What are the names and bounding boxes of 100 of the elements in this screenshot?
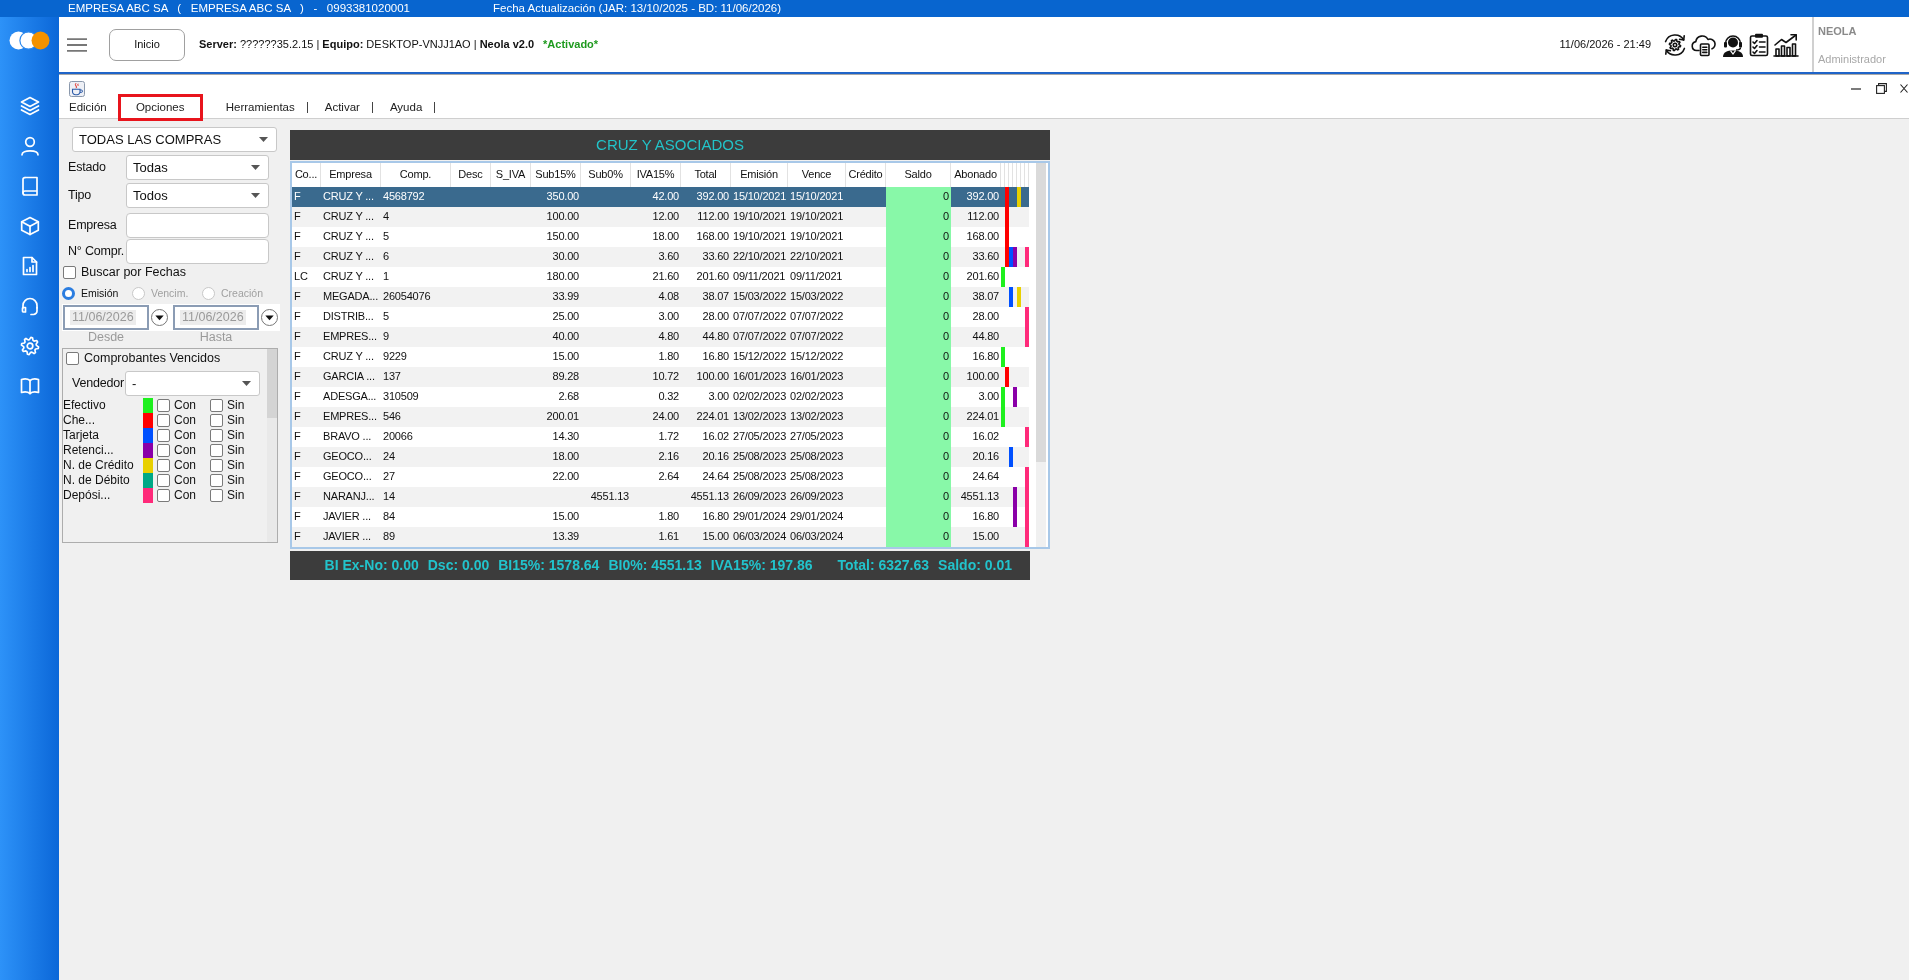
checkbox[interactable] xyxy=(157,399,170,412)
table-row[interactable]: F CRUZ Y ... 6 30.00 3.60 33.60 22/10/2021 22/10/2021 0 33.60 xyxy=(292,247,1029,267)
clipboard-list-icon[interactable] xyxy=(1749,32,1769,57)
bar-chart-icon[interactable] xyxy=(1773,32,1799,57)
radio-button[interactable] xyxy=(62,286,75,300)
checkbox[interactable] xyxy=(210,474,223,487)
checkbox[interactable] xyxy=(210,459,223,472)
checkbox[interactable] xyxy=(210,414,223,427)
table-cell-text: GEOCO... xyxy=(322,449,373,465)
restore-icon[interactable] xyxy=(1876,83,1887,94)
checkbox-label: Sin xyxy=(227,488,245,503)
table-row[interactable]: F MEGADA... 26054076 33.99 4.08 38.07 15/03/2022 15/03/2022 0 38.07 xyxy=(292,287,1029,307)
menu-icon[interactable] xyxy=(67,37,87,52)
table-cell-text: 33.60 xyxy=(971,249,1000,265)
table-row[interactable]: F DISTRIB... 5 25.00 3.00 28.00 07/07/2022 07/07/2022 0 28.00 xyxy=(292,307,1029,327)
scrollbar[interactable] xyxy=(1036,163,1046,547)
radio-label: Vencim. xyxy=(151,286,190,300)
minimize-icon[interactable] xyxy=(1851,87,1861,90)
date-time: 11/06/2026 - 21:49 xyxy=(1559,37,1651,52)
number-field[interactable] xyxy=(126,239,269,264)
table-cell-text: 392.00 xyxy=(965,189,1000,205)
activation-status: *Activado* xyxy=(543,37,599,52)
caret-icon[interactable] xyxy=(259,137,268,142)
checkbox[interactable] xyxy=(210,399,223,412)
table-row[interactable]: F GARCIA ... 137 89.28 10.72 100.00 16/01/2023 16/01/2023 0 100.00 xyxy=(292,367,1029,387)
status-select[interactable]: Todas xyxy=(126,155,269,180)
table-cell-text: LC xyxy=(293,269,309,285)
table-row[interactable]: F BRAVO ... 20066 14.30 1.72 16.02 27/05/2023 27/05/2023 0 16.02 xyxy=(292,427,1029,447)
book-icon[interactable] xyxy=(19,176,40,196)
checkbox[interactable] xyxy=(210,429,223,442)
table-cell-text: 1.80 xyxy=(657,349,680,365)
table-row[interactable]: F JAVIER ... 84 15.00 1.80 16.80 29/01/2024 29/01/2024 0 16.80 xyxy=(292,507,1029,527)
field-label: Tipo xyxy=(67,188,93,203)
table-row[interactable]: F JAVIER ... 89 13.39 1.61 15.00 06/03/2024 06/03/2024 0 15.00 xyxy=(292,527,1029,547)
type-select[interactable]: Todos xyxy=(126,183,269,208)
table-cell-text: EMPRES... xyxy=(322,409,378,425)
seller-select[interactable]: - xyxy=(125,371,260,396)
table-cell-text: 24.64 xyxy=(971,469,1000,485)
table-cell-text: 15.00 xyxy=(971,529,1000,545)
settings-icon[interactable] xyxy=(19,336,40,356)
table-cell-text: F xyxy=(293,489,302,505)
purchase-scope-select[interactable]: TODAS LAS COMPRAS xyxy=(72,127,277,152)
table-row[interactable]: F GEOCO... 27 22.00 2.64 24.64 25/08/2023 25/08/2023 0 24.64 xyxy=(292,467,1029,487)
table-row[interactable]: F CRUZ Y ... 4568792 350.00 42.00 392.00 15/10/2021 15/10/2021 0 392.00 xyxy=(292,187,1029,207)
table-cell-text: F xyxy=(293,369,302,385)
table-cell-text: 89 xyxy=(382,529,396,545)
company-field[interactable] xyxy=(126,213,269,238)
checkbox[interactable] xyxy=(157,429,170,442)
dropdown-icon[interactable] xyxy=(151,309,168,326)
checkbox[interactable] xyxy=(66,351,79,365)
table-cell-text: F xyxy=(293,329,302,345)
menu-item[interactable]: Opciones xyxy=(117,94,203,121)
user-icon[interactable] xyxy=(19,136,40,156)
gear-sync-icon[interactable] xyxy=(1663,32,1687,57)
table-cell-text: 30.00 xyxy=(551,249,580,265)
menu-item[interactable]: Activar xyxy=(324,94,360,121)
table-cell-text: 180.00 xyxy=(545,269,580,285)
checkbox[interactable] xyxy=(210,444,223,457)
headset-icon[interactable] xyxy=(19,296,40,316)
table-row[interactable]: F EMPRES... 9 40.00 4.80 44.80 07/07/2022 07/07/2022 0 44.80 xyxy=(292,327,1029,347)
scrollbar-thumb[interactable] xyxy=(267,349,277,418)
table-row[interactable]: F EMPRES... 546 200.01 24.00 224.01 13/02/2023 13/02/2023 0 224.01 xyxy=(292,407,1029,427)
scrollbar[interactable] xyxy=(267,349,277,542)
open-book-icon[interactable] xyxy=(19,376,40,396)
table-cell-text: 38.07 xyxy=(701,289,730,305)
cube-icon[interactable] xyxy=(19,216,40,236)
home-button[interactable]: Inicio xyxy=(109,28,185,61)
dropdown-icon[interactable] xyxy=(261,309,278,326)
cloud-document-icon[interactable] xyxy=(1691,32,1717,57)
scrollbar-thumb[interactable] xyxy=(1036,163,1046,462)
caret-icon[interactable] xyxy=(251,193,260,198)
table-cell-text: 201.60 xyxy=(695,269,730,285)
caret-icon[interactable] xyxy=(242,381,251,386)
headset-person-icon[interactable] xyxy=(1721,32,1745,57)
logo-icon xyxy=(9,31,50,50)
caret-icon[interactable] xyxy=(251,165,260,170)
table-cell-text: 20066 xyxy=(382,429,414,445)
checkbox[interactable] xyxy=(157,414,170,427)
table-cell-text: 25/08/2023 xyxy=(789,449,845,465)
table-cell-text: JAVIER ... xyxy=(322,529,372,545)
table-row[interactable]: F GEOCO... 24 18.00 2.16 20.16 25/08/2023 25/08/2023 0 20.16 xyxy=(292,447,1029,467)
layers-icon[interactable] xyxy=(19,96,40,116)
checkbox[interactable] xyxy=(157,489,170,502)
payment-label: N. de Crédito xyxy=(63,458,135,473)
payment-label: Tarjeta xyxy=(63,428,101,443)
checkbox[interactable] xyxy=(63,266,76,279)
menu-item[interactable]: Edición xyxy=(69,94,107,121)
checkbox[interactable] xyxy=(157,459,170,472)
close-icon[interactable] xyxy=(1900,84,1908,93)
table-row[interactable]: F CRUZ Y ... 4 100.00 12.00 112.00 19/10/2021 19/10/2021 0 112.00 xyxy=(292,207,1029,227)
table-row[interactable]: F NARANJ... 14 4551.13 4551.13 26/09/2023 26/09/2023 0 4551.13 xyxy=(292,487,1029,507)
connection-info: Server: ??????35.2.15 | Equipo: DESKTOP-VNJJ1AO | Neola v2.0 xyxy=(199,37,535,52)
table-cell: 0 xyxy=(886,407,951,427)
checkbox[interactable] xyxy=(157,444,170,457)
checkbox[interactable] xyxy=(210,489,223,502)
menu-item[interactable]: Ayuda xyxy=(389,94,423,121)
table-cell: 0 xyxy=(886,427,951,447)
checkbox[interactable] xyxy=(157,474,170,487)
table-cell-text: 112.00 xyxy=(966,209,1000,225)
menu-item[interactable]: Herramientas xyxy=(225,94,295,121)
